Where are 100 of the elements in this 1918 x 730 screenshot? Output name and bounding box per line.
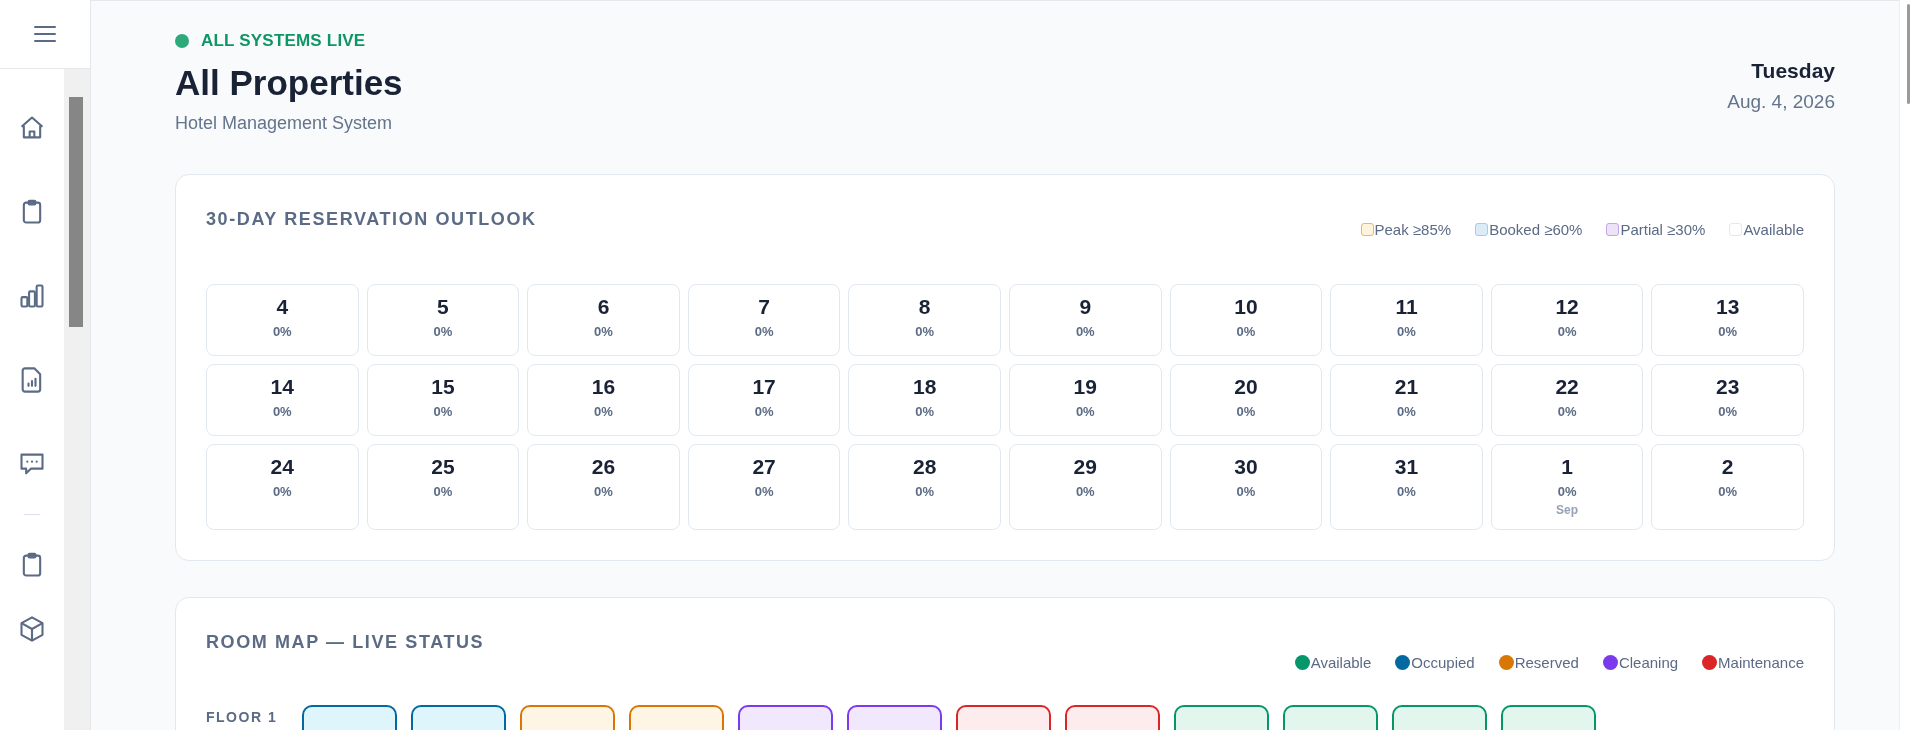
day-cell[interactable]: 15 0% — [366, 364, 520, 436]
occupancy-percent: 0% — [433, 404, 453, 419]
day-cell[interactable]: 21 0% — [1330, 364, 1483, 436]
day-number: 5 — [437, 295, 449, 319]
occupancy-percent: 0% — [1397, 404, 1416, 419]
day-cell[interactable]: 27 0% — [687, 444, 841, 530]
occupancy-percent: 0% — [1557, 324, 1577, 339]
day-number: 11 — [1395, 295, 1418, 319]
day-number: 22 — [1555, 375, 1579, 399]
occupancy-percent: 0% — [915, 484, 935, 499]
day-cell[interactable]: 30 0% — [1169, 444, 1323, 530]
day-number: 27 — [752, 455, 776, 479]
live-status-dot — [175, 34, 189, 48]
card-title: 30-DAY RESERVATION OUTLOOK — [206, 209, 537, 230]
day-cell[interactable]: 26 0% — [527, 444, 680, 530]
day-number: 8 — [918, 295, 931, 319]
legend-label: Peak ≥85% — [1374, 221, 1452, 238]
occupancy-percent: 0% — [594, 484, 613, 499]
day-cell[interactable]: 25 0% — [366, 444, 520, 530]
day-cell[interactable]: 23 0% — [1651, 364, 1804, 436]
day-number: 9 — [1079, 295, 1092, 319]
day-cell[interactable]: 28 0% — [848, 444, 1001, 530]
day-cell[interactable]: 7 0% — [687, 284, 841, 356]
legend-label: Available — [1743, 221, 1804, 238]
occupancy-percent: 0% — [594, 404, 613, 419]
occupancy-percent: 0% — [433, 484, 453, 499]
day-number: 12 — [1555, 295, 1579, 319]
occupancy-percent: 0% — [1557, 484, 1577, 499]
day-cell[interactable]: 8 0% — [848, 284, 1001, 356]
day-cell[interactable]: 16 0% — [527, 364, 680, 436]
occupancy-percent: 0% — [1718, 484, 1738, 499]
occupancy-percent: 0% — [1075, 324, 1095, 339]
day-cell[interactable]: 12 0% — [1490, 284, 1644, 356]
day-cell[interactable]: 6 0% — [527, 284, 680, 356]
occupancy-percent: 0% — [915, 324, 935, 339]
day-cell[interactable]: 17 0% — [687, 364, 841, 436]
system-status: ALL SYSTEMS LIVE — [201, 31, 366, 51]
page-subtitle: Hotel Management System — [175, 113, 394, 134]
floor-label: FLOOR 1 — [206, 709, 279, 725]
day-cell[interactable]: 18 0% — [848, 364, 1001, 436]
day-cell[interactable]: 20 0% — [1169, 364, 1323, 436]
day-number: 31 — [1394, 455, 1419, 479]
day-cell[interactable]: 31 0% — [1330, 444, 1483, 530]
day-cell[interactable]: 29 0% — [1009, 444, 1162, 530]
legend-label: Occupied — [1411, 654, 1475, 671]
day-number: 4 — [276, 295, 289, 319]
legend-label: Available — [1310, 654, 1372, 671]
day-number: 2 — [1721, 455, 1734, 479]
occupancy-percent: 0% — [915, 404, 935, 419]
occupancy-percent: 0% — [1236, 484, 1256, 499]
day-number: 13 — [1716, 295, 1740, 319]
day-cell[interactable]: 4 0% — [206, 284, 359, 356]
legend-label: Booked ≥60% — [1489, 221, 1583, 238]
day-number: 14 — [270, 375, 294, 399]
day-number: 25 — [431, 455, 455, 479]
occupancy-percent: 0% — [1075, 404, 1095, 419]
day-number: 20 — [1234, 375, 1258, 399]
occupancy-percent: 0% — [1718, 324, 1738, 339]
day-number: 17 — [752, 375, 776, 399]
day-number: 24 — [270, 455, 294, 479]
day-cell[interactable]: 9 0% — [1009, 284, 1162, 356]
occupancy-percent: 0% — [1236, 404, 1256, 419]
occupancy-percent: 0% — [272, 404, 292, 419]
legend-label: Reserved — [1514, 654, 1579, 671]
day-number: 23 — [1716, 375, 1740, 399]
occupancy-percent: 0% — [272, 324, 292, 339]
menu-icon[interactable] — [34, 25, 56, 43]
day-cell[interactable]: 13 0% — [1651, 284, 1804, 356]
occupancy-percent: 0% — [1718, 404, 1738, 419]
occupancy-percent: 0% — [1397, 484, 1416, 499]
day-number: 6 — [597, 295, 610, 319]
day-number: 1 — [1561, 455, 1573, 479]
day-cell[interactable]: 19 0% — [1009, 364, 1162, 436]
card-title: ROOM MAP — LIVE STATUS — [206, 632, 485, 653]
day-cell[interactable]: 24 0% — [206, 444, 359, 530]
month-label: Sep — [1556, 503, 1579, 517]
day-number: 10 — [1234, 295, 1258, 319]
day-cell[interactable]: 5 0% — [366, 284, 520, 356]
occupancy-percent: 0% — [1557, 404, 1577, 419]
sidebar-scrollbar[interactable] — [64, 69, 90, 730]
day-cell[interactable]: 14 0% — [206, 364, 359, 436]
day-cell[interactable]: 2 0% — [1651, 444, 1804, 530]
day-cell[interactable]: 10 0% — [1169, 284, 1323, 356]
occupancy-percent: 0% — [1397, 324, 1416, 339]
day-number: 30 — [1234, 455, 1258, 479]
page-scrollbar[interactable] — [1899, 0, 1918, 730]
cube-icon[interactable] — [18, 615, 46, 643]
legend-label: Partial ≥30% — [1620, 221, 1706, 238]
day-number: 26 — [591, 455, 616, 479]
occupancy-percent: 0% — [754, 324, 774, 339]
day-cell[interactable]: 1 0% Sep — [1490, 444, 1644, 530]
legend-label: Maintenance — [1718, 654, 1804, 671]
occupancy-percent: 0% — [1236, 324, 1256, 339]
legend-label: Cleaning — [1618, 654, 1679, 671]
day-number: 15 — [431, 375, 455, 399]
bar-chart-icon[interactable] — [18, 282, 46, 310]
day-cell[interactable]: 11 0% — [1330, 284, 1483, 356]
page-title: All Properties — [175, 63, 403, 103]
day-cell[interactable]: 22 0% — [1490, 364, 1644, 436]
day-number: 16 — [591, 375, 616, 399]
